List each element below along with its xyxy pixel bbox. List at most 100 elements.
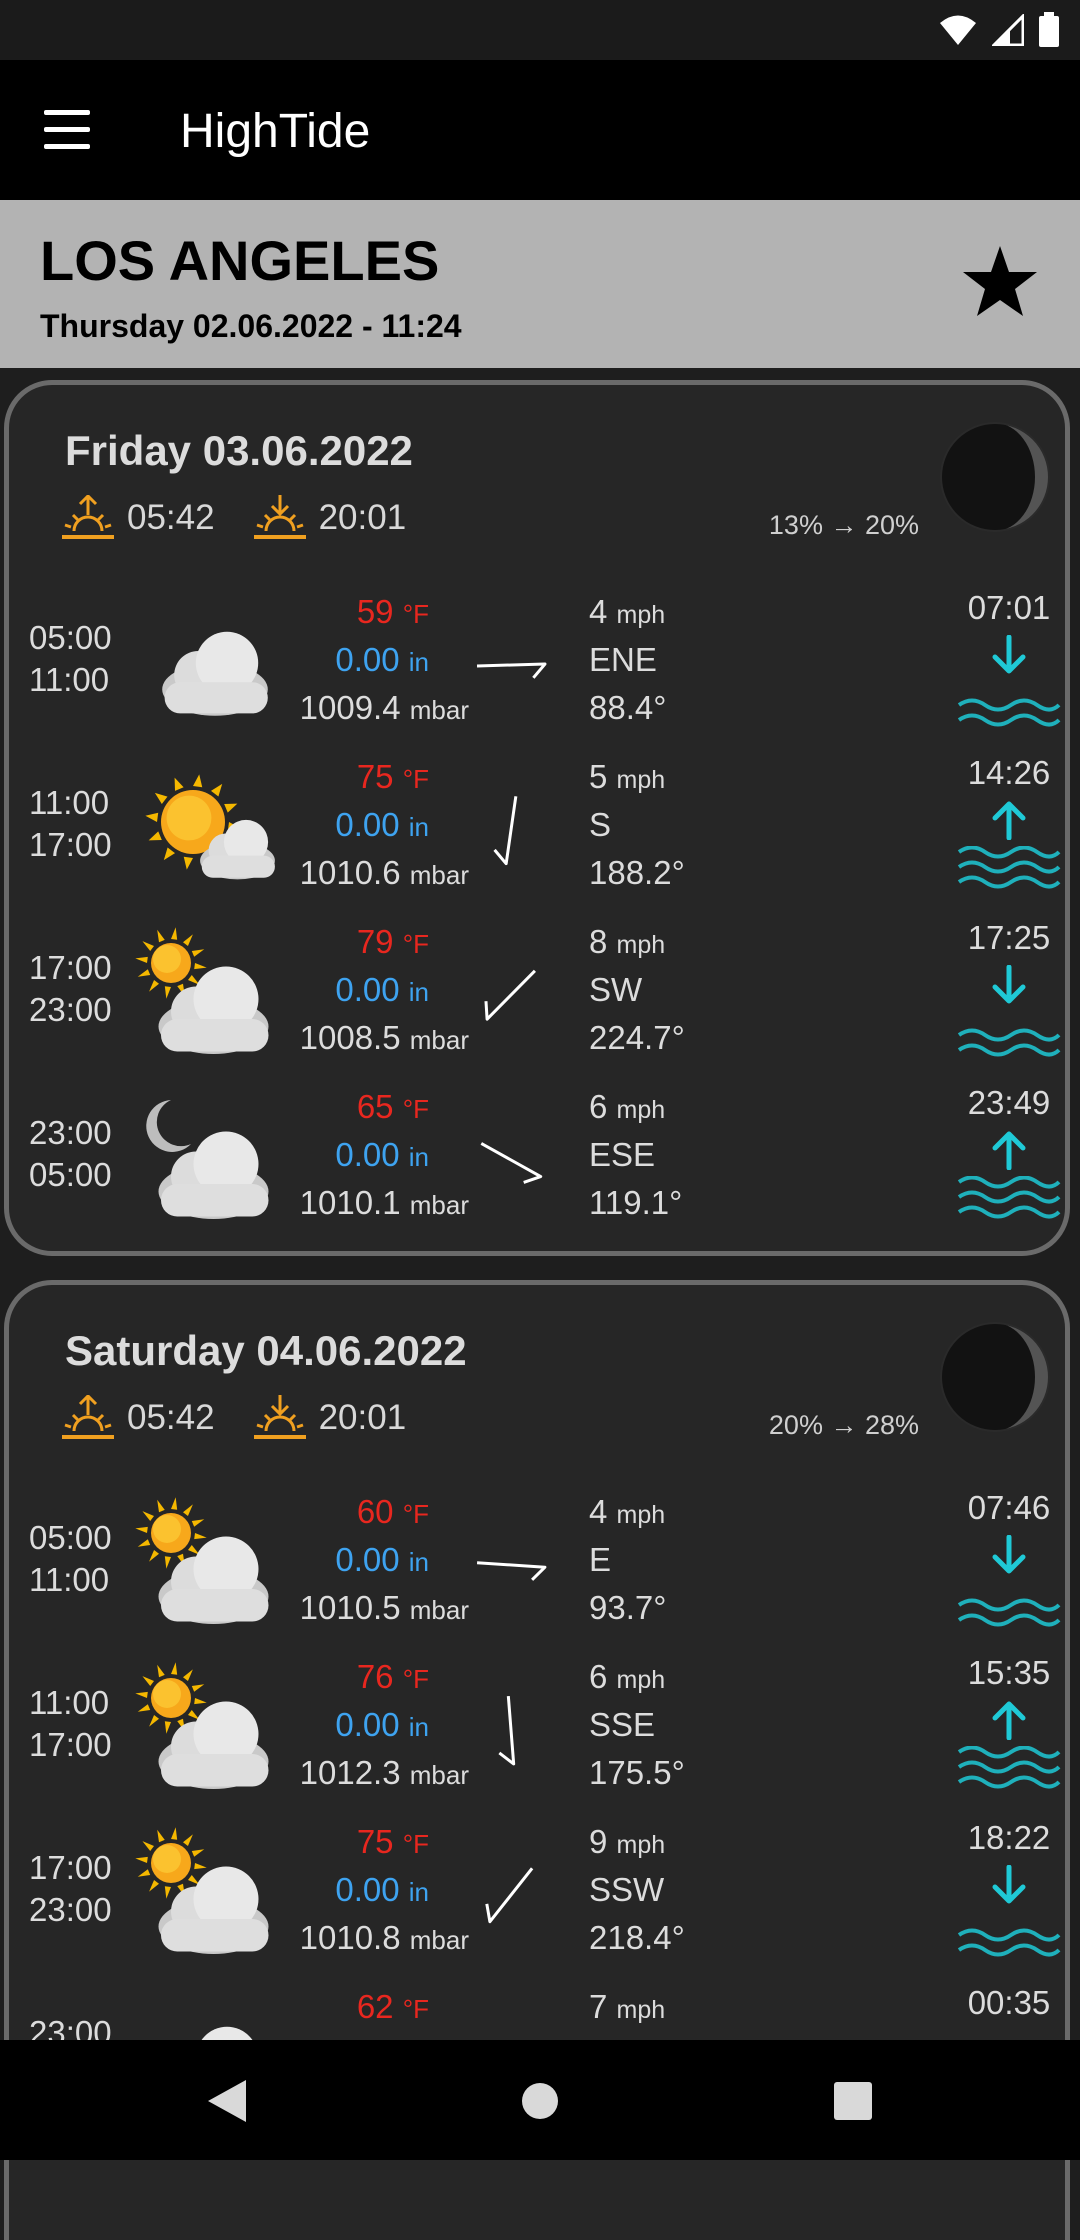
precipitation: 0.00 in: [335, 1136, 429, 1173]
tide-down-arrow-icon: [992, 1865, 1026, 1904]
sunset-icon: [253, 1395, 306, 1439]
temperature: 65 °F: [356, 1088, 429, 1125]
navigation-bar: [0, 2040, 1080, 2160]
wind-degrees: 218.4°: [589, 1919, 685, 1956]
tide-time: 15:35: [967, 1654, 1051, 1691]
forecast-row: 11:00 17:00 76 °F 0.00 in 1012.3 mbar 6 …: [9, 1650, 1075, 1815]
wind-direction: S: [589, 806, 612, 843]
wind-direction: SSW: [589, 1871, 665, 1908]
temperature: 75 °F: [356, 1823, 429, 1860]
wind-direction: SSE: [589, 1706, 656, 1743]
forecast-row: 17:00 23:00 79 °F 0.00 in 1008.5 mbar 8 …: [9, 915, 1075, 1080]
wind-direction-icon: [498, 1695, 516, 1766]
end-time: 23:00: [29, 991, 112, 1028]
temperature: 62 °F: [356, 1988, 429, 2025]
pressure: 1010.1 mbar: [299, 1184, 469, 1221]
wind-degrees: 224.7°: [589, 1019, 685, 1056]
app-title: HighTide: [180, 105, 371, 158]
wind-degrees: 188.2°: [589, 854, 685, 891]
pressure: 1010.5 mbar: [299, 1589, 469, 1626]
home-icon[interactable]: [517, 2078, 563, 2124]
favorite-star-icon[interactable]: [960, 242, 1040, 322]
pressure: 1008.5 mbar: [299, 1019, 469, 1056]
day-title: Saturday 04.06.2022: [65, 1327, 467, 1374]
forecast-row: 11:00 17:00 75 °F 0.00 in 1010.6 mbar 5 …: [9, 750, 1075, 915]
tide-time: 14:26: [967, 754, 1051, 791]
precipitation: 0.00 in: [335, 806, 429, 843]
time-range: 17:00 23:00: [29, 947, 112, 1031]
tide-up-arrow-icon: [992, 801, 1026, 840]
start-time: 11:00: [29, 1684, 110, 1721]
start-time: 11:00: [29, 784, 110, 821]
pressure: 1009.4 mbar: [299, 689, 469, 726]
wind-direction: E: [589, 1541, 612, 1578]
wind-direction: ENE: [589, 641, 657, 678]
city-name: LOS ANGELES: [40, 229, 440, 292]
sun-times: 05:42 20:01: [61, 1395, 406, 1441]
wind-degrees: 119.1°: [589, 1184, 683, 1221]
battery-icon: [1039, 12, 1059, 47]
sunset-time: 20:01: [318, 1398, 407, 1437]
forecast-row: 05:00 11:00 59 °F 0.00 in 1009.4 mbar 4 …: [9, 585, 1075, 750]
menu-button[interactable]: [40, 108, 100, 152]
recents-icon[interactable]: [830, 2078, 876, 2124]
wind-speed: 7 mph: [589, 1988, 666, 2025]
moon-phase-icon: [940, 422, 1050, 532]
forecast-row: 23:00 05:00 65 °F 0.00 in 1010.1 mbar 6 …: [9, 1080, 1075, 1245]
tide-down-arrow-icon: [992, 965, 1026, 1004]
sunrise-time: 05:42: [127, 498, 215, 537]
wind-direction-icon: [493, 796, 518, 866]
start-time: 17:00: [29, 949, 112, 986]
tide-time: 23:49: [967, 1084, 1051, 1121]
tide-waves-icon: [957, 1176, 1061, 1219]
wind-direction-icon: [476, 1561, 547, 1581]
wind-direction-icon: [476, 662, 547, 679]
wind-direction: SW: [589, 971, 643, 1008]
end-time: 17:00: [29, 1726, 112, 1763]
wind-speed: 6 mph: [589, 1658, 666, 1695]
precipitation: 0.00 in: [335, 1706, 429, 1743]
end-time: 11:00: [29, 1561, 110, 1598]
sun-times: 05:42 20:01: [61, 495, 406, 541]
end-time: 23:00: [29, 1891, 112, 1928]
wind-speed: 5 mph: [589, 758, 666, 795]
wind-direction-icon: [485, 1867, 534, 1924]
wind-speed: 8 mph: [589, 923, 666, 960]
wind-speed: 4 mph: [589, 593, 666, 630]
tide-time: 18:22: [967, 1819, 1051, 1856]
tide-down-arrow-icon: [992, 1535, 1026, 1574]
tide-time: 17:25: [967, 919, 1051, 956]
day-forecast-card[interactable]: Friday 03.06.2022 05:42 20:01 13% → 20% …: [4, 380, 1070, 1256]
location-header: LOS ANGELES Thursday 02.06.2022 - 11:24: [0, 200, 1080, 368]
temperature: 79 °F: [356, 923, 429, 960]
day-title: Friday 03.06.2022: [65, 427, 413, 474]
tide-waves-icon: [957, 698, 1061, 727]
forecast-row: 17:00 23:00 75 °F 0.00 in 1010.8 mbar 9 …: [9, 1815, 1075, 1980]
temperature: 59 °F: [356, 593, 429, 630]
temperature: 60 °F: [356, 1493, 429, 1530]
pressure: 1010.8 mbar: [299, 1919, 469, 1956]
sunrise-icon: [62, 495, 114, 539]
temperature: 75 °F: [356, 758, 429, 795]
tide-waves-icon: [957, 1028, 1061, 1057]
start-time: 05:00: [29, 1519, 112, 1556]
start-time: 05:00: [29, 619, 112, 656]
wifi-icon: [940, 15, 976, 45]
end-time: 05:00: [29, 1156, 112, 1193]
sunset-icon: [253, 495, 306, 539]
back-icon[interactable]: [204, 2078, 250, 2124]
tide-waves-icon: [957, 1746, 1061, 1789]
end-time: 17:00: [29, 826, 112, 863]
time-range: 23:00 05:00: [29, 1112, 112, 1196]
sunset-time: 20:01: [318, 498, 407, 537]
time-range: 11:00 17:00: [29, 782, 112, 866]
wind-direction-icon: [484, 969, 536, 1021]
sunrise-icon: [62, 1395, 114, 1439]
wind-speed: 9 mph: [589, 1823, 666, 1860]
tide-time: 00:35: [967, 1984, 1051, 2021]
end-time: 11:00: [29, 661, 110, 698]
wind-speed: 6 mph: [589, 1088, 666, 1125]
tide-down-arrow-icon: [992, 635, 1026, 674]
wind-speed: 4 mph: [589, 1493, 666, 1530]
forecast-row: 05:00 11:00 60 °F 0.00 in 1010.5 mbar 4 …: [9, 1485, 1075, 1650]
